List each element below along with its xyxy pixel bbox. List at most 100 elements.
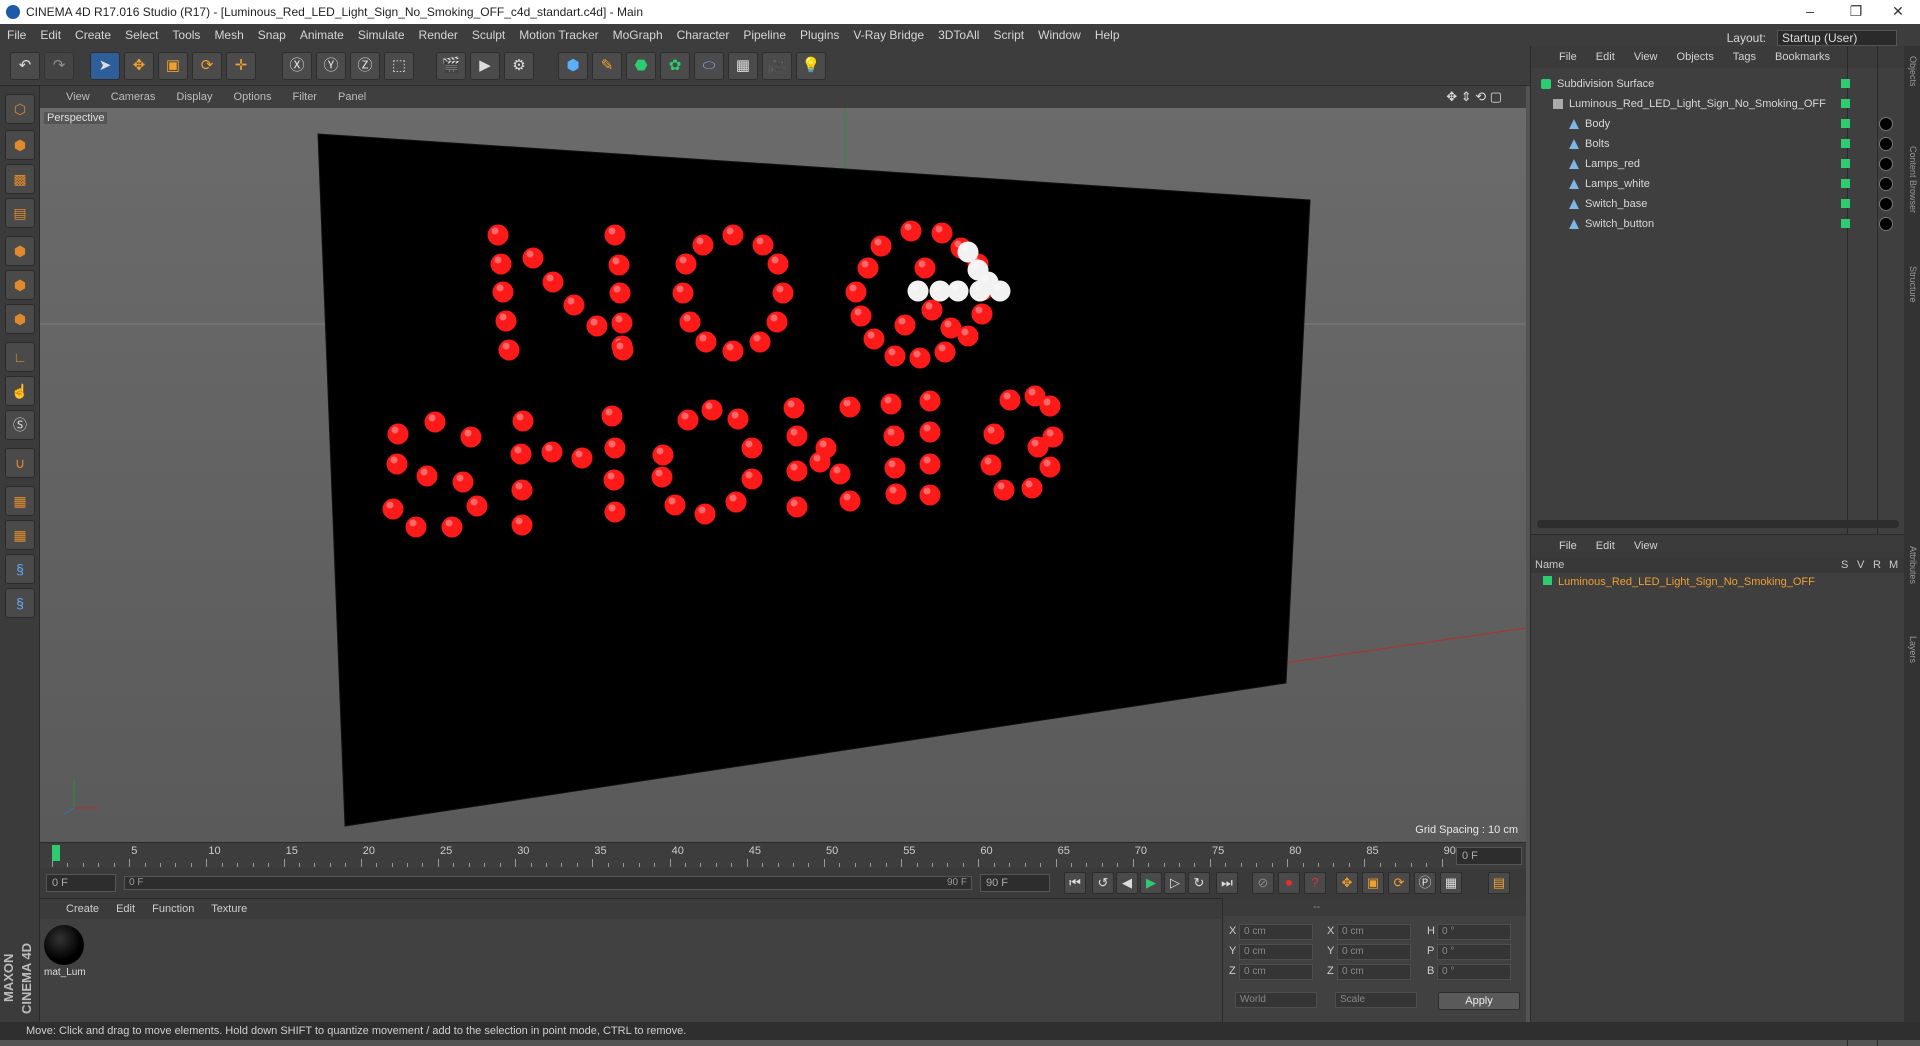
deformer-icon[interactable]: ⬭ [694,52,724,80]
viewport-menu-display[interactable]: Display [176,91,212,103]
autokey-icon[interactable]: ⏺ [1278,872,1300,894]
go-to-start-icon[interactable]: ⏮ [1064,872,1086,894]
menu-mograph[interactable]: MoGraph [613,28,663,42]
timeline-ruler[interactable]: 051015202530354045505560657075808590 0 F [40,842,1526,868]
timeline-layout-icon[interactable]: ▤ [1488,872,1510,894]
object-row-lamps-white[interactable]: Lamps_white [1531,174,1893,194]
maximize-button[interactable]: ❐ [1833,0,1879,24]
layers-menu-file[interactable]: File [1559,540,1577,552]
workplane-icon[interactable]: ▤ [5,198,35,228]
layer-row[interactable]: Luminous_Red_LED_Light_Sign_No_Smoking_O… [1531,573,1904,591]
viewport-menu-filter[interactable]: Filter [293,91,317,103]
objects-menu-view[interactable]: View [1634,51,1658,63]
camera-icon[interactable]: 🎥 [762,52,792,80]
subdivision-surface-icon[interactable]: ⬣ [626,52,656,80]
perspective-viewport[interactable]: Perspective Grid Spacing : 10 cm [40,108,1526,842]
objects-menu-objects[interactable]: Objects [1677,51,1714,63]
current-frame-field[interactable]: 0 F [1456,847,1522,865]
material-tag-icon[interactable] [1879,117,1893,131]
polygons-mode-icon[interactable]: ⬢ [5,304,35,334]
loop-icon[interactable]: ↻ [1188,872,1210,894]
y-axis-lock-icon[interactable]: Ⓨ [316,52,346,80]
visibility-dot[interactable] [1841,159,1850,168]
object-row-body[interactable]: Body [1531,114,1893,134]
coordinate-field[interactable]: 0 ° [1437,964,1511,980]
menu-3dtoall[interactable]: 3DToAll [938,28,979,42]
mograph-cloner-icon[interactable]: ✿ [660,52,690,80]
material-menu-function[interactable]: Function [152,903,194,915]
material-slot[interactable]: mat_Lum [44,925,86,983]
object-row-sign-root[interactable]: Luminous_Red_LED_Light_Sign_No_Smoking_O… [1531,94,1876,114]
render-picture-viewer-icon[interactable]: ▶ [470,52,500,80]
key-parameter-icon[interactable]: Ⓟ [1414,872,1436,894]
scale-tool-icon[interactable]: ▣ [158,52,188,80]
material-menu-create[interactable]: Create [66,903,99,915]
menu-simulate[interactable]: Simulate [358,28,405,42]
key-position-icon[interactable]: ✥ [1336,872,1358,894]
transform-mode-dropdown[interactable]: Scale [1335,992,1417,1008]
menu-snap[interactable]: Snap [258,28,286,42]
menu-select[interactable]: Select [125,28,158,42]
undo-icon[interactable]: ↶ [10,52,40,80]
move-tool-icon[interactable]: ✥ [124,52,154,80]
menu-script[interactable]: Script [993,28,1024,42]
visibility-dot[interactable] [1841,179,1850,188]
edges-mode-icon[interactable]: ⬢ [5,270,35,300]
step-forward-icon[interactable]: ▷ [1164,872,1186,894]
material-tag-icon[interactable] [1879,157,1893,171]
material-tag-icon[interactable] [1879,177,1893,191]
key-scale-icon[interactable]: ▣ [1362,872,1384,894]
object-row-subdivision-surface[interactable]: Subdivision Surface [1531,74,1876,94]
tab-objects[interactable]: Objects [1906,56,1918,87]
live-selection-icon[interactable]: ✛ [226,52,256,80]
layers-menu-view[interactable]: View [1634,540,1658,552]
points-mode-icon[interactable]: ⬢ [5,236,35,266]
floor-icon[interactable]: ▦ [728,52,758,80]
coordinate-field[interactable]: 0 cm [1239,944,1313,960]
coordinate-field[interactable]: 0 cm [1337,924,1411,940]
coordinate-field[interactable]: 0 cm [1239,924,1313,940]
viewport-menu-view[interactable]: View [66,91,90,103]
key-pla-icon[interactable]: ▦ [1440,872,1462,894]
step-back-icon[interactable]: ◀ [1116,872,1138,894]
menu-pipeline[interactable]: Pipeline [743,28,786,42]
key-rotation-icon[interactable]: ⟳ [1388,872,1410,894]
menu-plugins[interactable]: Plugins [800,28,839,42]
tab-structure[interactable]: Structure [1906,266,1918,303]
python-script-icon[interactable]: § [5,554,35,584]
frame-range-slider[interactable]: 0 F 90 F [124,876,972,890]
menu-sculpt[interactable]: Sculpt [472,28,505,42]
redo-icon[interactable]: ↷ [44,52,74,80]
menu-motion-tracker[interactable]: Motion Tracker [519,28,598,42]
tab-attributes[interactable]: Attributes [1906,546,1918,584]
menu-vray-bridge[interactable]: V-Ray Bridge [853,28,924,42]
menu-file[interactable]: File [7,28,26,42]
coordinate-space-dropdown[interactable]: World [1235,992,1317,1008]
menu-tools[interactable]: Tools [172,28,200,42]
object-row-switch-base[interactable]: Switch_base [1531,194,1893,214]
enable-snap-icon[interactable]: ∪ [5,448,35,478]
visibility-dot[interactable] [1841,119,1850,128]
menu-help[interactable]: Help [1095,28,1120,42]
python-script-2-icon[interactable]: § [5,588,35,618]
keyframe-selection-icon[interactable]: ? [1304,872,1326,894]
material-tag-icon[interactable] [1879,197,1893,211]
objects-menu-file[interactable]: File [1559,51,1577,63]
cube-primitive-icon[interactable]: ⬢ [558,52,588,80]
x-axis-lock-icon[interactable]: Ⓧ [282,52,312,80]
objects-menu-tags[interactable]: Tags [1733,51,1756,63]
tab-layers[interactable]: Layers [1906,636,1918,663]
coordinate-field[interactable]: 0 ° [1437,944,1511,960]
tab-content-browser[interactable]: Content Browser [1906,146,1918,213]
visibility-dot[interactable] [1841,79,1850,88]
viewport-menu-cameras[interactable]: Cameras [111,91,156,103]
visibility-dot[interactable] [1841,139,1850,148]
material-menu-texture[interactable]: Texture [211,903,247,915]
start-frame-field[interactable]: 0 F [46,874,116,892]
planar-workplane-icon[interactable]: ▦ [5,520,35,550]
visibility-dot[interactable] [1841,199,1850,208]
step-back-key-icon[interactable]: ↺ [1092,872,1114,894]
light-icon[interactable]: 💡 [796,52,826,80]
render-settings-icon[interactable]: ⚙ [504,52,534,80]
apply-button[interactable]: Apply [1438,992,1520,1010]
